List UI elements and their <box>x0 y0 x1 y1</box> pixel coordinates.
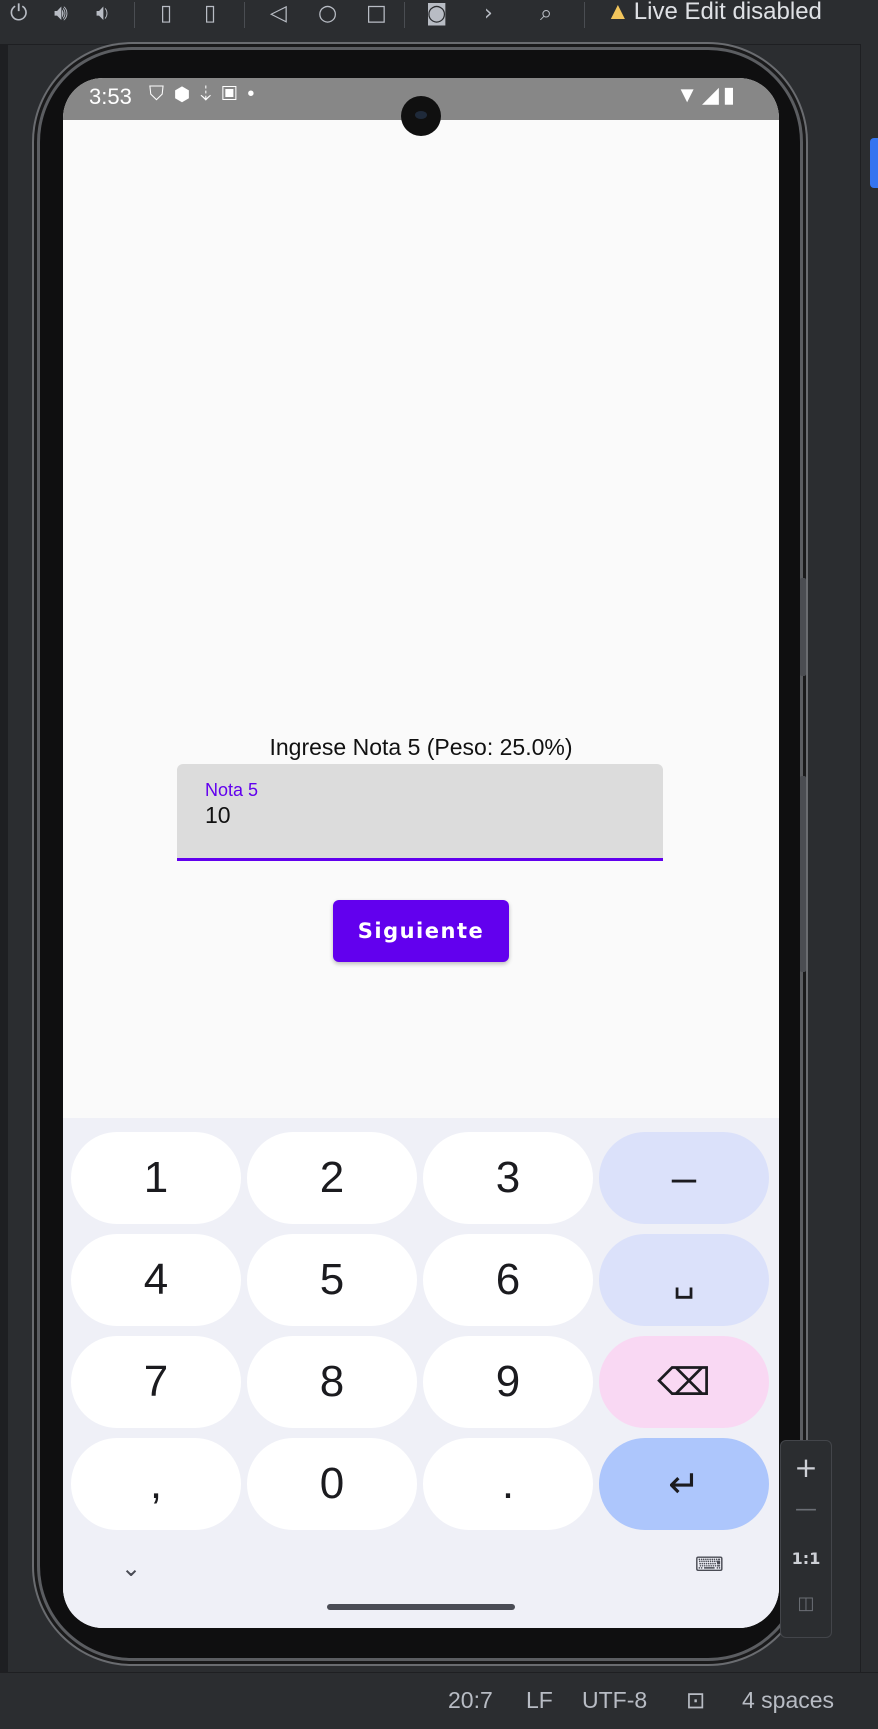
toolbar-divider <box>134 2 135 28</box>
key-3[interactable]: 3 <box>423 1132 593 1224</box>
zoom-1-1-button[interactable]: 1:1 <box>781 1549 831 1568</box>
keyboard-icon[interactable]: ⌨ <box>695 1552 724 1576</box>
live-edit-label: Live Edit disabled <box>633 0 822 25</box>
file-encoding[interactable]: UTF-8 <box>582 1687 647 1714</box>
a-icon: ▣ <box>221 83 248 105</box>
status-notification-icons: ⛉⬢⇣▣• <box>149 83 264 106</box>
shield-icon: ⬢ <box>174 83 200 105</box>
key-comma[interactable]: , <box>71 1438 241 1530</box>
warning-icon: ▲ <box>606 0 630 25</box>
screenshot-icon[interactable]: ◙ <box>426 2 447 26</box>
more-icon[interactable]: › <box>484 2 493 26</box>
key-6[interactable]: 6 <box>423 1234 593 1326</box>
next-button[interactable]: Siguiente <box>333 900 509 962</box>
key-2[interactable]: 2 <box>247 1132 417 1224</box>
battery-icon: ▮ <box>722 82 739 107</box>
numeric-keyboard: 1 2 3 – 4 5 6 ␣ 7 8 9 ⌫ , 0 . ↵ ⌄ ⌨ <box>63 1118 779 1628</box>
zoom-fit-icon[interactable]: ◫ <box>781 1593 831 1614</box>
right-panel-tab[interactable] <box>870 138 878 188</box>
zoom-controls: + — 1:1 ◫ <box>780 1440 832 1638</box>
grade-input-label: Nota 5 <box>205 780 259 800</box>
key-7[interactable]: 7 <box>71 1336 241 1428</box>
grade-input-field[interactable]: Nota 5 10 <box>177 764 663 861</box>
chevron-down-icon[interactable]: ⌄ <box>121 1554 141 1582</box>
grade-input-value[interactable]: 10 <box>205 802 231 829</box>
emulator-toolbar: ⏻ 🔊︎ 🔉︎ ▯ ▯ ◁ ○ □ ◙ › ⌕ ▲ Live Edit disab… <box>0 0 878 45</box>
toolbar-divider <box>404 2 405 28</box>
home-icon[interactable]: ○ <box>318 2 337 26</box>
volume-up-icon[interactable]: 🔊︎ <box>54 2 68 26</box>
rotate-right-icon[interactable]: ▯ <box>204 2 216 26</box>
live-edit-status[interactable]: ▲ Live Edit disabled <box>606 0 822 26</box>
rotate-left-icon[interactable]: ▯ <box>160 2 172 26</box>
zoom-out-button[interactable]: — <box>781 1497 831 1522</box>
gesture-nav-bar[interactable] <box>327 1604 515 1610</box>
vpn-icon: ⛉ <box>149 83 174 105</box>
key-1[interactable]: 1 <box>71 1132 241 1224</box>
key-space[interactable]: ␣ <box>599 1234 769 1326</box>
key-0[interactable]: 0 <box>247 1438 417 1530</box>
key-minus[interactable]: – <box>599 1132 769 1224</box>
front-camera <box>401 96 441 136</box>
indent-setting[interactable]: 4 spaces <box>742 1687 834 1714</box>
zoom-in-button[interactable]: + <box>781 1451 831 1484</box>
key-4[interactable]: 4 <box>71 1234 241 1326</box>
signal-icon: ◢ <box>701 82 723 107</box>
dot-icon: • <box>247 83 265 105</box>
grade-prompt: Ingrese Nota 5 (Peso: 25.0%) <box>269 734 573 760</box>
status-time: 3:53 <box>89 84 132 109</box>
ide-left-gutter <box>0 0 8 1728</box>
caret-position[interactable]: 20:7 <box>448 1687 493 1714</box>
device-volume-button[interactable] <box>800 776 806 972</box>
line-ending[interactable]: LF <box>526 1687 553 1714</box>
readonly-icon[interactable]: ⊡ <box>686 1687 705 1714</box>
device-power-button[interactable] <box>800 578 806 676</box>
key-period[interactable]: . <box>423 1438 593 1530</box>
key-enter[interactable]: ↵ <box>599 1438 769 1530</box>
back-icon[interactable]: ◁ <box>270 2 287 26</box>
overview-icon[interactable]: □ <box>366 2 387 26</box>
volume-down-icon[interactable]: 🔉︎ <box>96 2 110 26</box>
power-icon[interactable]: ⏻ <box>10 2 27 26</box>
key-9[interactable]: 9 <box>423 1336 593 1428</box>
toolbar-divider <box>584 2 585 28</box>
layout-inspector-icon[interactable]: ⌕ <box>540 2 552 26</box>
toolbar-divider <box>244 2 245 28</box>
key-5[interactable]: 5 <box>247 1234 417 1326</box>
device-screen: 3:53 ⛉⬢⇣▣• ▼◢▮ Ingrese Nota 5 (Peso: 25.… <box>63 78 779 1628</box>
download-icon: ⇣ <box>199 83 222 105</box>
key-backspace[interactable]: ⌫ <box>599 1336 769 1428</box>
ide-right-panel <box>860 44 878 1672</box>
key-8[interactable]: 8 <box>247 1336 417 1428</box>
status-system-icons: ▼◢▮ <box>676 82 739 108</box>
ide-status-bar: 20:7 LF UTF-8 ⊡ 4 spaces <box>0 1672 878 1729</box>
wifi-icon: ▼ <box>676 82 702 107</box>
